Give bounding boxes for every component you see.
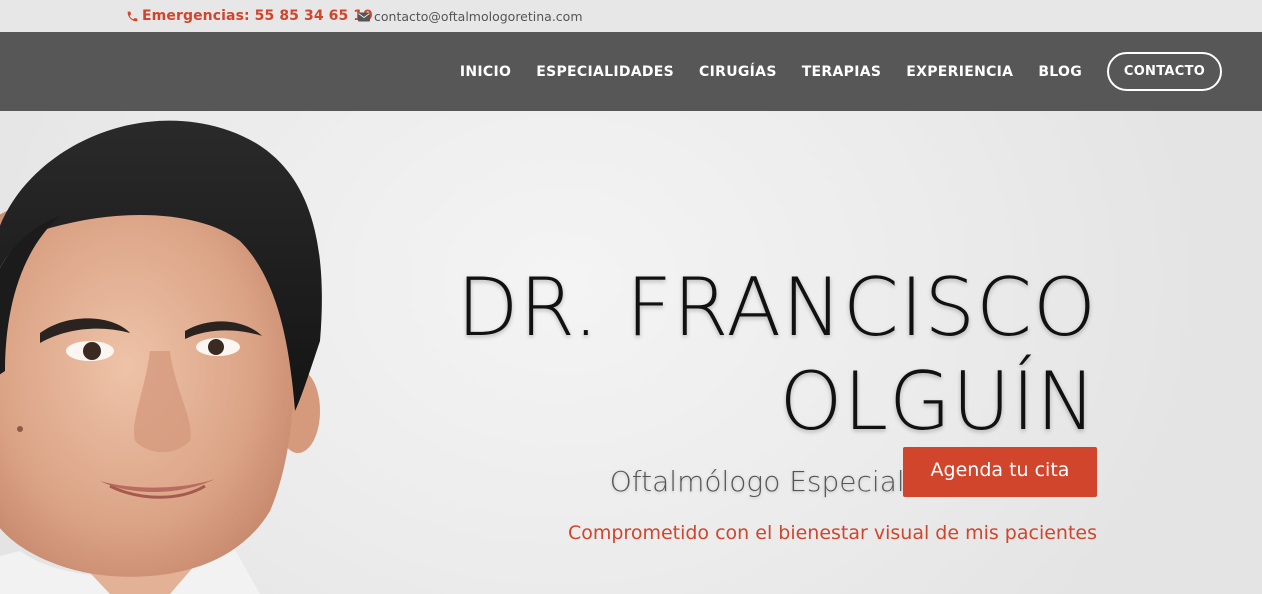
nav-menu: INICIO ESPECIALIDADES CIRUGÍAS TERAPIAS … bbox=[460, 32, 1262, 111]
doctor-name-line1: DR. FRANCISCO bbox=[456, 261, 1097, 354]
hero-tagline: Comprometido con el bienestar visual de … bbox=[567, 522, 1097, 544]
envelope-icon bbox=[358, 12, 370, 21]
contact-button[interactable]: CONTACTO bbox=[1107, 52, 1222, 91]
nav-item-terapias[interactable]: TERAPIAS bbox=[802, 64, 882, 80]
hero-section: DR. FRANCISCO OLGUÍN Oftalmólogo Especia… bbox=[0, 111, 1262, 594]
top-info-bar: Emergencias: 55 85 34 65 19 contacto@oft… bbox=[0, 0, 1262, 32]
nav-item-inicio[interactable]: INICIO bbox=[460, 64, 511, 80]
contact-email-text: contacto@oftalmologoretina.com bbox=[374, 9, 583, 24]
contact-email-link[interactable]: contacto@oftalmologoretina.com bbox=[358, 9, 583, 24]
phone-icon bbox=[127, 11, 138, 21]
emergency-phone-link[interactable]: Emergencias: 55 85 34 65 19 bbox=[126, 8, 373, 24]
book-appointment-button[interactable]: Agenda tu cita bbox=[903, 447, 1097, 497]
doctor-name-line2: OLGUÍN bbox=[779, 355, 1097, 448]
nav-item-especialidades[interactable]: ESPECIALIDADES bbox=[536, 64, 674, 80]
emergency-phone-text: Emergencias: 55 85 34 65 19 bbox=[142, 8, 373, 24]
hero-text-block: DR. FRANCISCO OLGUÍN Oftalmólogo Especia… bbox=[457, 261, 1097, 544]
nav-item-cirugias[interactable]: CIRUGÍAS bbox=[699, 64, 777, 80]
nav-item-experiencia[interactable]: EXPERIENCIA bbox=[906, 64, 1013, 80]
main-navigation: INICIO ESPECIALIDADES CIRUGÍAS TERAPIAS … bbox=[0, 32, 1262, 111]
doctor-portrait-image bbox=[0, 120, 322, 594]
doctor-name-heading: DR. FRANCISCO OLGUÍN bbox=[457, 261, 1097, 449]
nav-item-blog[interactable]: BLOG bbox=[1038, 64, 1082, 80]
